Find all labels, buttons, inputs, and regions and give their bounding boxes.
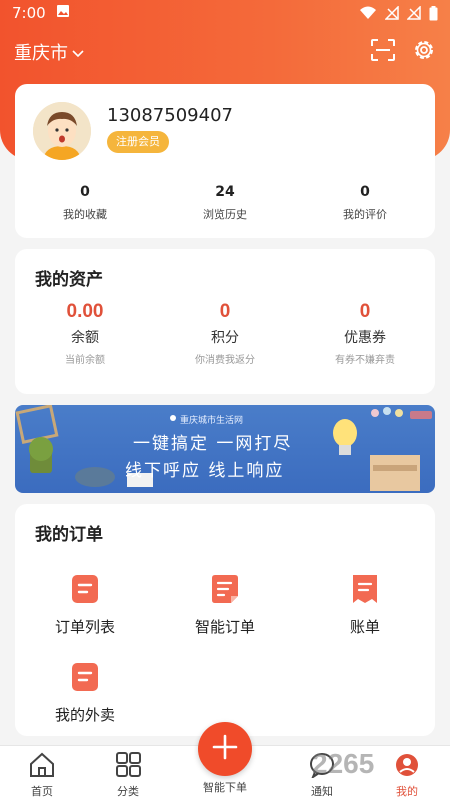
stat-reviews[interactable]: 0 我的评价: [295, 184, 435, 222]
assets-card: 我的资产 0.00 余额 当前余额 0 积分 你消费我返分 0 优惠券 有券不嫌…: [15, 249, 435, 394]
bill-item[interactable]: 账单: [295, 574, 435, 637]
stat-label: 浏览历史: [203, 208, 247, 221]
bill-icon: [351, 574, 379, 604]
nav-notifications[interactable]: 通知: [292, 752, 352, 799]
nav-mine[interactable]: 我的: [377, 752, 437, 799]
city-selector[interactable]: 重庆市: [14, 39, 84, 65]
message-icon: [308, 753, 336, 781]
signal-off-icon: [385, 6, 399, 20]
stat-label: 我的评价: [343, 208, 387, 221]
assets-list: 0.00 余额 当前余额 0 积分 你消费我返分 0 优惠券 有券不嫌弃责: [15, 301, 435, 366]
stat-label: 我的收藏: [63, 208, 107, 221]
takeout-icon: [71, 662, 99, 692]
wifi-icon: [359, 6, 377, 20]
signal-off-icon-2: [407, 6, 421, 20]
nav-label: 分类: [117, 785, 139, 798]
nav-category[interactable]: 分类: [98, 752, 158, 799]
member-badge: 注册会员: [107, 131, 169, 153]
asset-desc: 当前余额: [65, 355, 105, 366]
orders-title: 我的订单: [35, 525, 103, 545]
smart-order-item[interactable]: 智能订单: [155, 574, 295, 637]
asset-value: 0.00: [66, 301, 104, 322]
asset-desc: 你消费我返分: [195, 355, 255, 366]
user-phone: 13087509407: [107, 105, 233, 126]
asset-balance[interactable]: 0.00 余额 当前余额: [15, 301, 155, 366]
status-time: 7:00: [12, 4, 46, 22]
order-list-item[interactable]: 订单列表: [15, 574, 155, 637]
banner-slogan-1: 一键搞定 一网打尽: [133, 434, 293, 454]
takeout-item[interactable]: 我的外卖: [15, 662, 155, 725]
smart-order-icon: [211, 574, 239, 604]
smart-order-label: 智能下单: [203, 781, 247, 794]
battery-icon: [429, 5, 438, 21]
scan-icon[interactable]: [370, 38, 396, 66]
order-list-icon: [71, 574, 99, 604]
grid-icon: [114, 752, 142, 781]
nav-label: 首页: [31, 785, 53, 798]
orders-card: 我的订单 订单列表 智能订单 账单 我的外卖: [15, 504, 435, 736]
city-label: 重庆市: [14, 43, 68, 64]
stat-value: 0: [360, 184, 370, 200]
assets-title: 我的资产: [35, 270, 103, 290]
stat-value: 0: [80, 184, 90, 200]
stat-history[interactable]: 24 浏览历史: [155, 184, 295, 222]
plus-icon: [211, 733, 239, 765]
order-item-label: 订单列表: [54, 618, 115, 636]
nav-label: 通知: [311, 785, 333, 798]
nav-label: 我的: [396, 785, 418, 798]
asset-desc: 有券不嫌弃责: [335, 355, 395, 366]
user-icon: [393, 754, 421, 781]
image-notification-icon: [56, 4, 70, 22]
smart-order-button[interactable]: [198, 722, 252, 776]
top-bar: 重庆市: [0, 36, 450, 68]
asset-name: 优惠券: [344, 330, 386, 346]
asset-name: 积分: [211, 330, 239, 346]
order-item-label: 账单: [349, 618, 380, 636]
profile-card: 13087509407 注册会员 0 我的收藏 24 浏览历史 0 我的评价: [15, 84, 435, 238]
home-icon: [28, 752, 56, 781]
avatar[interactable]: [33, 102, 91, 160]
asset-coupons[interactable]: 0 优惠券 有券不嫌弃责: [295, 301, 435, 366]
asset-points[interactable]: 0 积分 你消费我返分: [155, 301, 295, 366]
promo-banner[interactable]: 重庆城市生活网 一键搞定 一网打尽 线下呼应 线上响应: [15, 405, 435, 493]
banner-slogan-2: 线下呼应 线上响应: [125, 461, 285, 481]
order-item-label: 我的外卖: [54, 706, 115, 724]
order-item-label: 智能订单: [194, 618, 255, 636]
banner-caption: 重庆城市生活网: [180, 416, 244, 426]
chevron-down-icon: [72, 42, 84, 63]
status-bar: 7:00: [0, 0, 450, 26]
profile-stats: 0 我的收藏 24 浏览历史 0 我的评价: [15, 184, 435, 222]
asset-value: 0: [219, 301, 231, 322]
nav-home[interactable]: 首页: [12, 752, 72, 799]
stat-favorites[interactable]: 0 我的收藏: [15, 184, 155, 222]
asset-value: 0: [359, 301, 371, 322]
asset-name: 余额: [71, 330, 99, 346]
gear-icon[interactable]: [412, 38, 436, 66]
stat-value: 24: [215, 184, 235, 200]
